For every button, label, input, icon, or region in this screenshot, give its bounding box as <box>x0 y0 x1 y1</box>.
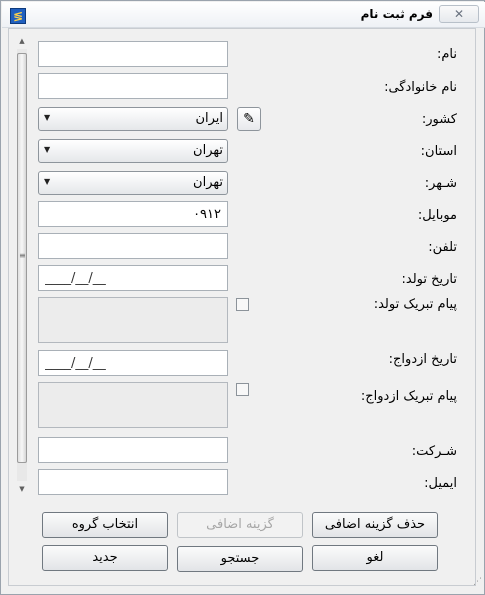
country-value: ایران <box>195 111 223 126</box>
edit-country-button[interactable]: ✎ <box>237 107 261 131</box>
last-name-input[interactable] <box>38 73 228 99</box>
email-input[interactable] <box>38 469 228 495</box>
grip-icon: ≡ <box>19 251 26 260</box>
new-button[interactable]: جدید <box>42 545 168 571</box>
scroll-up-icon[interactable]: ▲ <box>15 35 29 47</box>
anniversary-message-label: پیام تبریک ازدواج: <box>360 389 457 404</box>
scroll-track[interactable]: ≡ <box>17 49 27 481</box>
birthday-message-checkbox[interactable] <box>236 298 249 311</box>
chevron-down-icon: ▼ <box>44 145 51 154</box>
birthday-message-textarea[interactable] <box>38 297 228 343</box>
vertical-scrollbar[interactable]: ▲ ≡ ▼ <box>15 35 29 495</box>
chevron-down-icon: ▼ <box>44 113 51 122</box>
company-input[interactable] <box>38 437 228 463</box>
first-name-label: نام: <box>436 47 457 62</box>
phone-label: تلفن: <box>428 240 457 255</box>
birth-date-input[interactable] <box>38 265 228 291</box>
marriage-date-input[interactable] <box>38 350 228 376</box>
country-label: کشور: <box>421 112 457 127</box>
anniversary-message-checkbox[interactable] <box>236 383 249 396</box>
resize-grip-icon[interactable]: ⋰ <box>470 578 482 592</box>
search-button[interactable]: جستجو <box>177 546 303 572</box>
last-name-label: نام خانوادگی: <box>384 80 457 95</box>
province-value: تهران <box>193 143 223 158</box>
title-bar[interactable]: ≶ فرم ثبت نام ✕ <box>2 2 485 28</box>
city-select[interactable]: تهران ▼ <box>38 171 228 195</box>
anniversary-message-textarea[interactable] <box>38 382 228 428</box>
province-select[interactable]: تهران ▼ <box>38 139 228 163</box>
mobile-label: موبایل: <box>417 208 457 223</box>
first-name-input[interactable] <box>38 41 228 67</box>
scroll-down-icon[interactable]: ▼ <box>15 483 29 495</box>
window-title: فرم ثبت نام <box>360 7 433 21</box>
phone-input[interactable] <box>38 233 228 259</box>
close-button[interactable]: ✕ <box>439 5 479 23</box>
cancel-button[interactable]: لغو <box>312 545 438 571</box>
birthday-message-label: پیام تبریک تولد: <box>373 297 457 312</box>
country-select[interactable]: ایران ▼ <box>38 107 228 131</box>
birth-date-label: تاریخ تولد: <box>401 272 458 287</box>
email-label: ایمیل: <box>424 476 457 491</box>
pencil-icon: ✎ <box>243 111 255 127</box>
extra-option-button[interactable]: گزینه اضافی <box>177 512 303 538</box>
chevron-down-icon: ▼ <box>44 177 51 186</box>
company-label: شـرکت: <box>411 444 457 459</box>
city-label: شـهر: <box>424 176 457 191</box>
marriage-date-label: تاریخ ازدواج: <box>388 352 457 367</box>
select-group-button[interactable]: انتخاب گروه <box>42 512 168 538</box>
mobile-input[interactable] <box>38 201 228 227</box>
province-label: استان: <box>420 144 457 159</box>
scroll-thumb[interactable]: ≡ <box>17 53 27 463</box>
city-value: تهران <box>193 175 223 190</box>
app-icon: ≶ <box>10 8 26 24</box>
remove-extra-option-button[interactable]: حذف گزینه اضافی <box>312 512 438 538</box>
